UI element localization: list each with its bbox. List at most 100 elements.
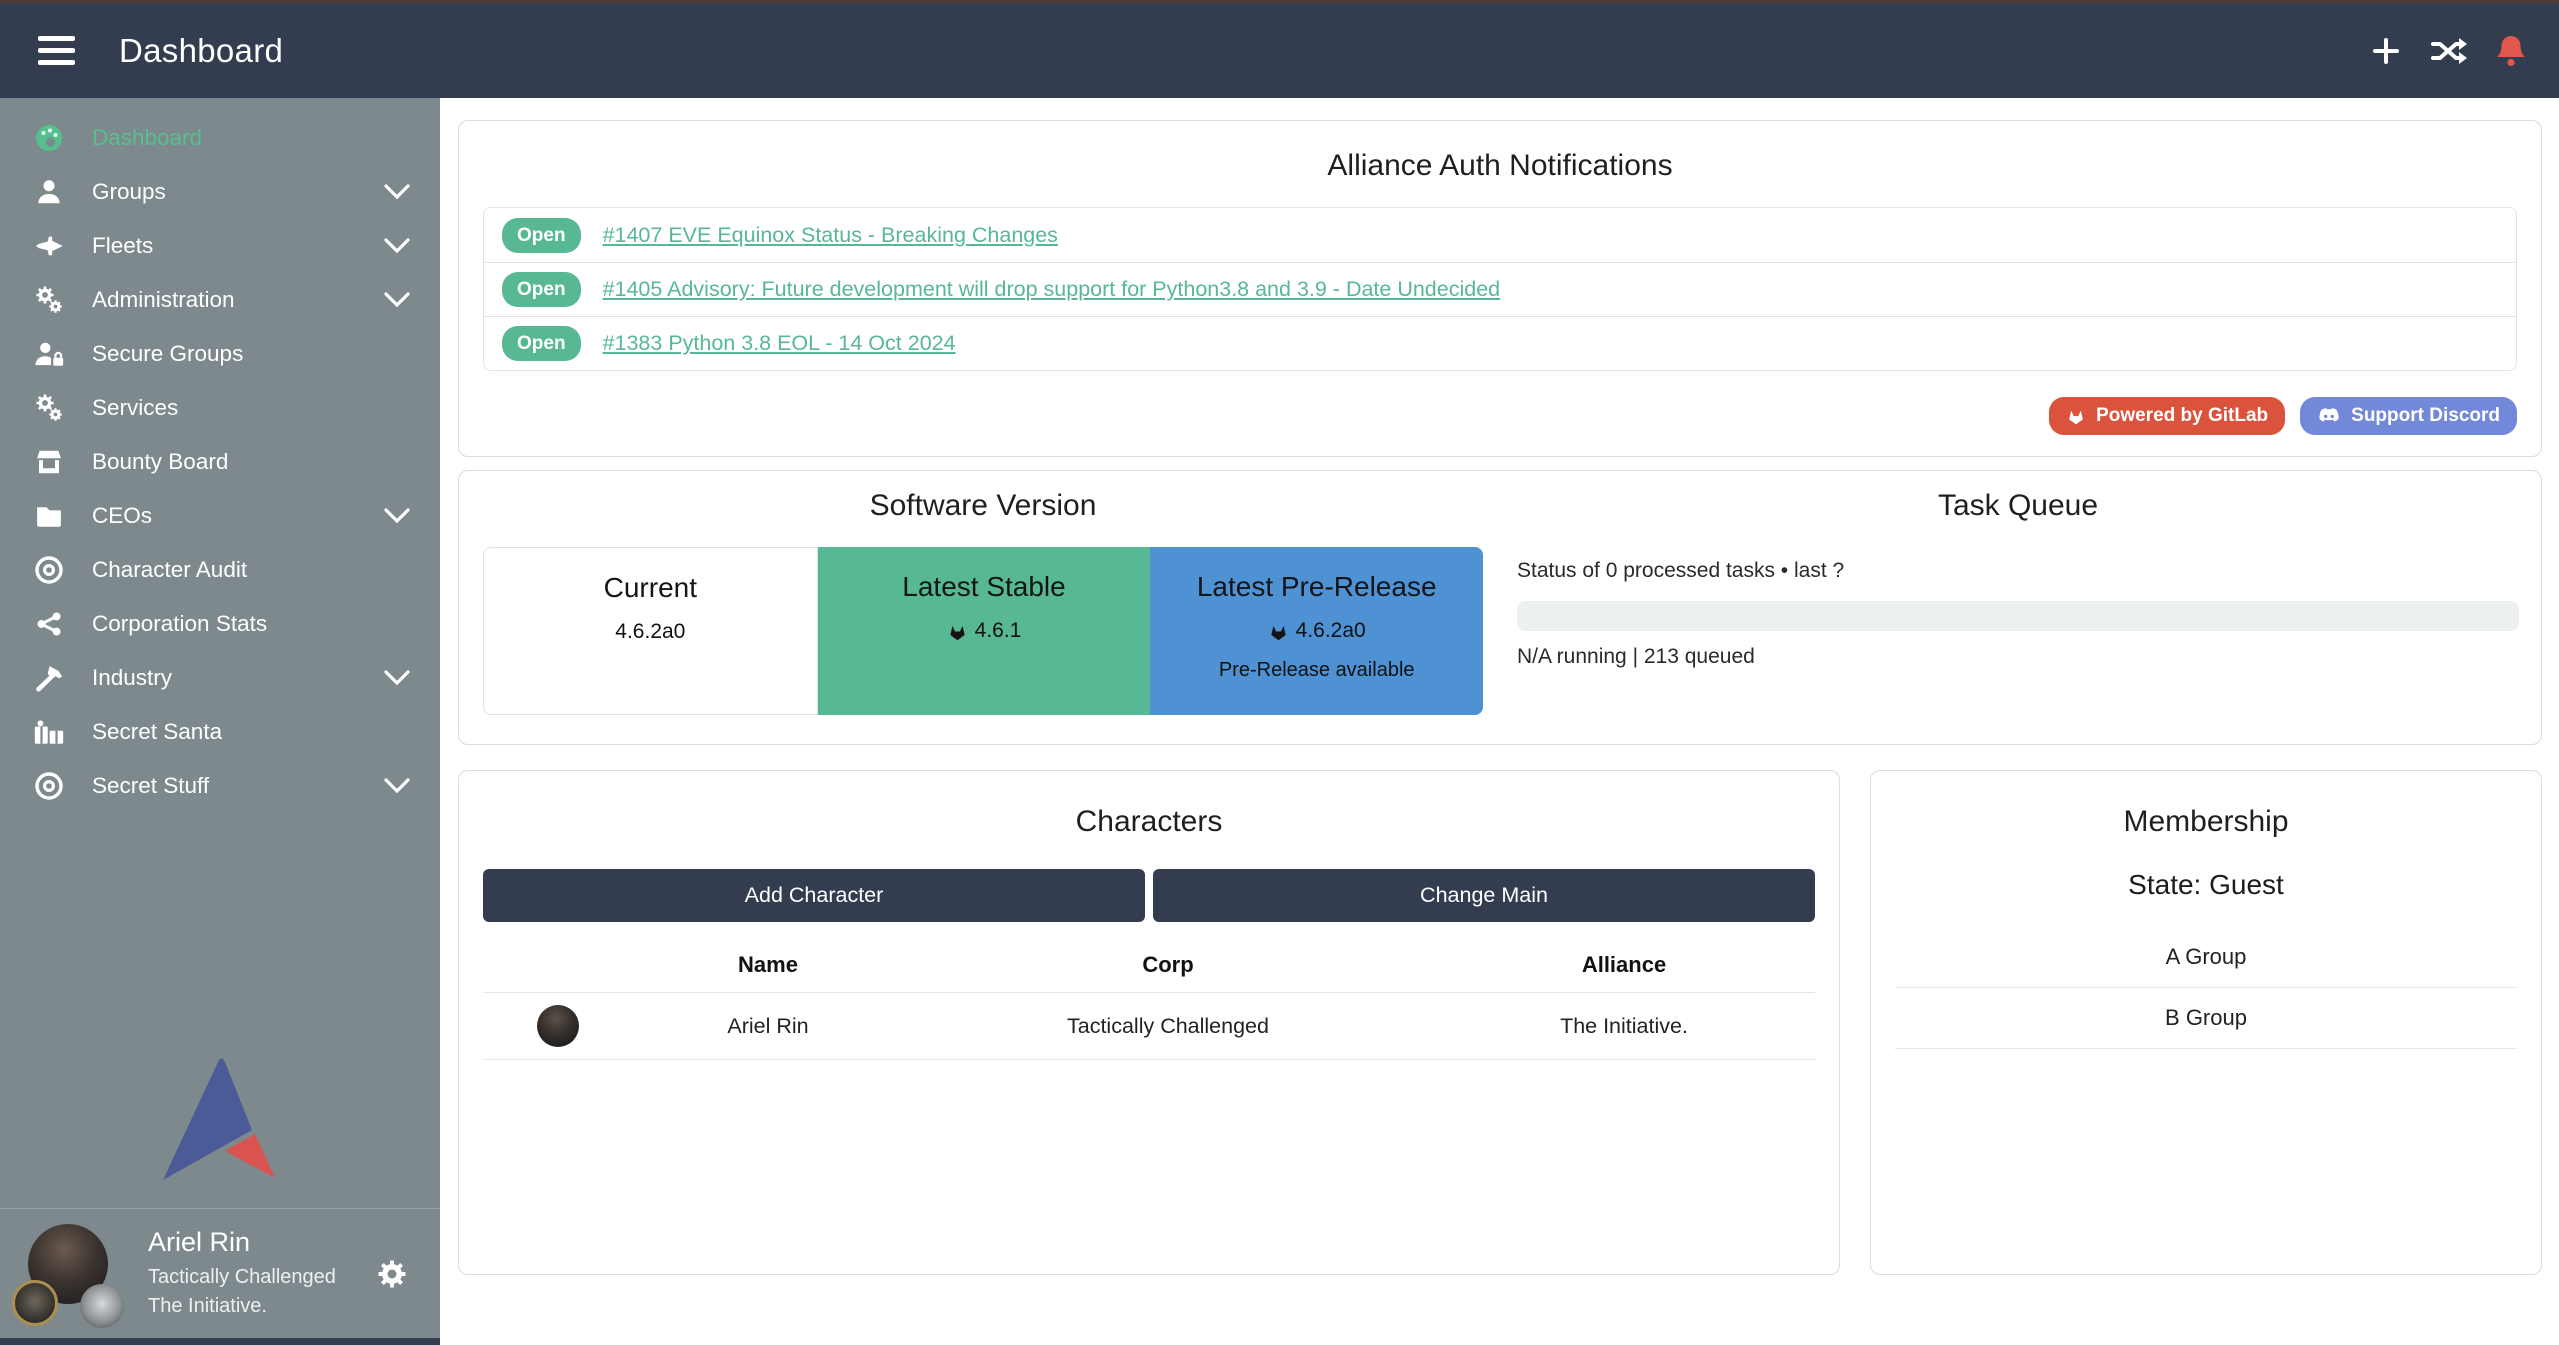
list-item: A Group (1895, 927, 2517, 988)
jet-icon (32, 229, 66, 263)
sidebar-item-bounty-board[interactable]: Bounty Board (0, 435, 440, 489)
sidebar-item-label: Fleets (92, 233, 153, 259)
user-name: Ariel Rin (148, 1227, 336, 1258)
notifications-bell-button[interactable] (2495, 34, 2527, 68)
shuffle-button[interactable] (2431, 36, 2467, 66)
sidebar-item-label: Industry (92, 665, 172, 691)
characters-title: Characters (483, 805, 1815, 839)
sidebar-item-label: Groups (92, 179, 166, 205)
navbar-actions (2369, 34, 2527, 68)
character-avatar-cell (483, 993, 633, 1060)
sidebar-item-character-audit[interactable]: Character Audit (0, 543, 440, 597)
folder-icon (32, 499, 66, 533)
notification-link[interactable]: #1405 Advisory: Future development will … (603, 277, 1501, 302)
gitlab-badge-label: Powered by GitLab (2096, 405, 2268, 427)
sidebar-item-industry[interactable]: Industry (0, 651, 440, 705)
shuffle-icon (2431, 36, 2467, 66)
task-queue-section: Task Queue Status of 0 processed tasks •… (1483, 489, 2521, 744)
software-version-title: Software Version (483, 489, 1483, 523)
sidebar-item-groups[interactable]: Groups (0, 165, 440, 219)
main-content: Alliance Auth Notifications Open #1407 E… (440, 98, 2559, 1345)
sidebar-item-label: Secure Groups (92, 341, 243, 367)
sidebar-item-administration[interactable]: Administration (0, 273, 440, 327)
user-panel: Ariel Rin Tactically Challenged The Init… (0, 1209, 440, 1338)
list-item: Open #1407 EVE Equinox Status - Breaking… (484, 208, 2516, 262)
discord-badge-label: Support Discord (2351, 405, 2500, 427)
hammer-icon (32, 661, 66, 695)
alliance-logo-badge (80, 1284, 124, 1328)
membership-groups: A Group B Group (1895, 927, 2517, 1049)
add-button[interactable] (2369, 34, 2403, 68)
characters-table: Name Corp Alliance Ariel Rin Tactically … (483, 932, 1815, 1060)
top-navbar: Dashboard (0, 3, 2559, 98)
version-stable-value: 4.6.1 (818, 619, 1151, 643)
version-prerelease-value: 4.6.2a0 (1150, 619, 1483, 643)
sidebar-item-services[interactable]: Services (0, 381, 440, 435)
list-item: Open #1405 Advisory: Future development … (484, 262, 2516, 316)
gears-icon (32, 283, 66, 317)
task-queue-status: Status of 0 processed tasks • last ? (1517, 559, 2519, 583)
discord-badge-link[interactable]: Support Discord (2300, 397, 2517, 435)
sidebar-item-label: Secret Stuff (92, 773, 209, 799)
sidebar-item-secret-stuff[interactable]: Secret Stuff (0, 759, 440, 813)
character-alliance-cell: The Initiative. (1433, 993, 1815, 1060)
sidebar-item-secure-groups[interactable]: Secure Groups (0, 327, 440, 381)
share-icon (32, 607, 66, 641)
sidebar-item-dashboard[interactable]: Dashboard (0, 111, 440, 165)
sidebar-item-secret-santa[interactable]: Secret Santa (0, 705, 440, 759)
version-stable-box: Latest Stable 4.6.1 (818, 547, 1151, 715)
sidebar-item-fleets[interactable]: Fleets (0, 219, 440, 273)
gitlab-icon (2066, 406, 2086, 426)
user-settings-button[interactable] (376, 1258, 408, 1290)
notifications-list: Open #1407 EVE Equinox Status - Breaking… (483, 207, 2517, 371)
page-title: Dashboard (119, 32, 283, 70)
sidebar-item-label: Secret Santa (92, 719, 222, 745)
gifts-icon (32, 715, 66, 749)
notification-link[interactable]: #1407 EVE Equinox Status - Breaking Chan… (603, 223, 1058, 248)
notification-link[interactable]: #1383 Python 3.8 EOL - 14 Oct 2024 (603, 331, 956, 356)
version-prerelease-box: Latest Pre-Release 4.6.2a0 Pre-Release a… (1150, 547, 1483, 715)
sidebar-item-label: Dashboard (92, 125, 202, 151)
eye-icon (32, 553, 66, 587)
table-row: Ariel Rin Tactically Challenged The Init… (483, 993, 1815, 1060)
notifications-title: Alliance Auth Notifications (483, 149, 2517, 183)
menu-toggle-button[interactable] (38, 36, 75, 65)
footer-badges: Powered by GitLab Support Discord (483, 397, 2517, 435)
eye-icon (32, 769, 66, 803)
change-main-button[interactable]: Change Main (1153, 869, 1815, 922)
version-stable-number: 4.6.1 (975, 619, 1022, 643)
sidebar-item-label: Administration (92, 287, 235, 313)
sidebar-item-corporation-stats[interactable]: Corporation Stats (0, 597, 440, 651)
version-prerelease-number: 4.6.2a0 (1296, 619, 1366, 643)
avatar (537, 1005, 579, 1047)
corp-logo (12, 1280, 58, 1326)
gear-icon (376, 1258, 408, 1290)
store-icon (32, 445, 66, 479)
task-queue-progressbar (1517, 601, 2519, 631)
characters-buttons: Add Character Change Main (483, 869, 1815, 922)
chevron-down-icon (384, 292, 410, 308)
user-lock-icon (32, 337, 66, 371)
sidebar-item-label: Character Audit (92, 557, 247, 583)
sidebar-item-ceos[interactable]: CEOs (0, 489, 440, 543)
sidebar: Dashboard Groups Fleets (0, 98, 440, 1345)
status-badge: Open (502, 218, 581, 253)
gauge-icon (32, 121, 66, 155)
version-prerelease-note: Pre-Release available (1150, 659, 1483, 682)
list-item: Open #1383 Python 3.8 EOL - 14 Oct 2024 (484, 316, 2516, 370)
chevron-down-icon (384, 184, 410, 200)
add-character-button[interactable]: Add Character (483, 869, 1145, 922)
task-queue-title: Task Queue (1517, 489, 2519, 523)
sidebar-bottom-strip (0, 1338, 440, 1345)
alliance-logo (162, 1056, 276, 1186)
gitlab-badge-link[interactable]: Powered by GitLab (2049, 397, 2285, 435)
table-header-row: Name Corp Alliance (483, 932, 1815, 993)
page: Dashboard (0, 0, 2559, 1345)
avatar-column-header (483, 932, 633, 993)
membership-title: Membership (1895, 805, 2517, 839)
membership-panel: Membership State: Guest A Group B Group (1870, 770, 2542, 1275)
user-info: Ariel Rin Tactically Challenged The Init… (148, 1227, 336, 1321)
chevron-down-icon (384, 238, 410, 254)
membership-state: State: Guest (1895, 869, 2517, 901)
bell-icon (2495, 34, 2527, 68)
